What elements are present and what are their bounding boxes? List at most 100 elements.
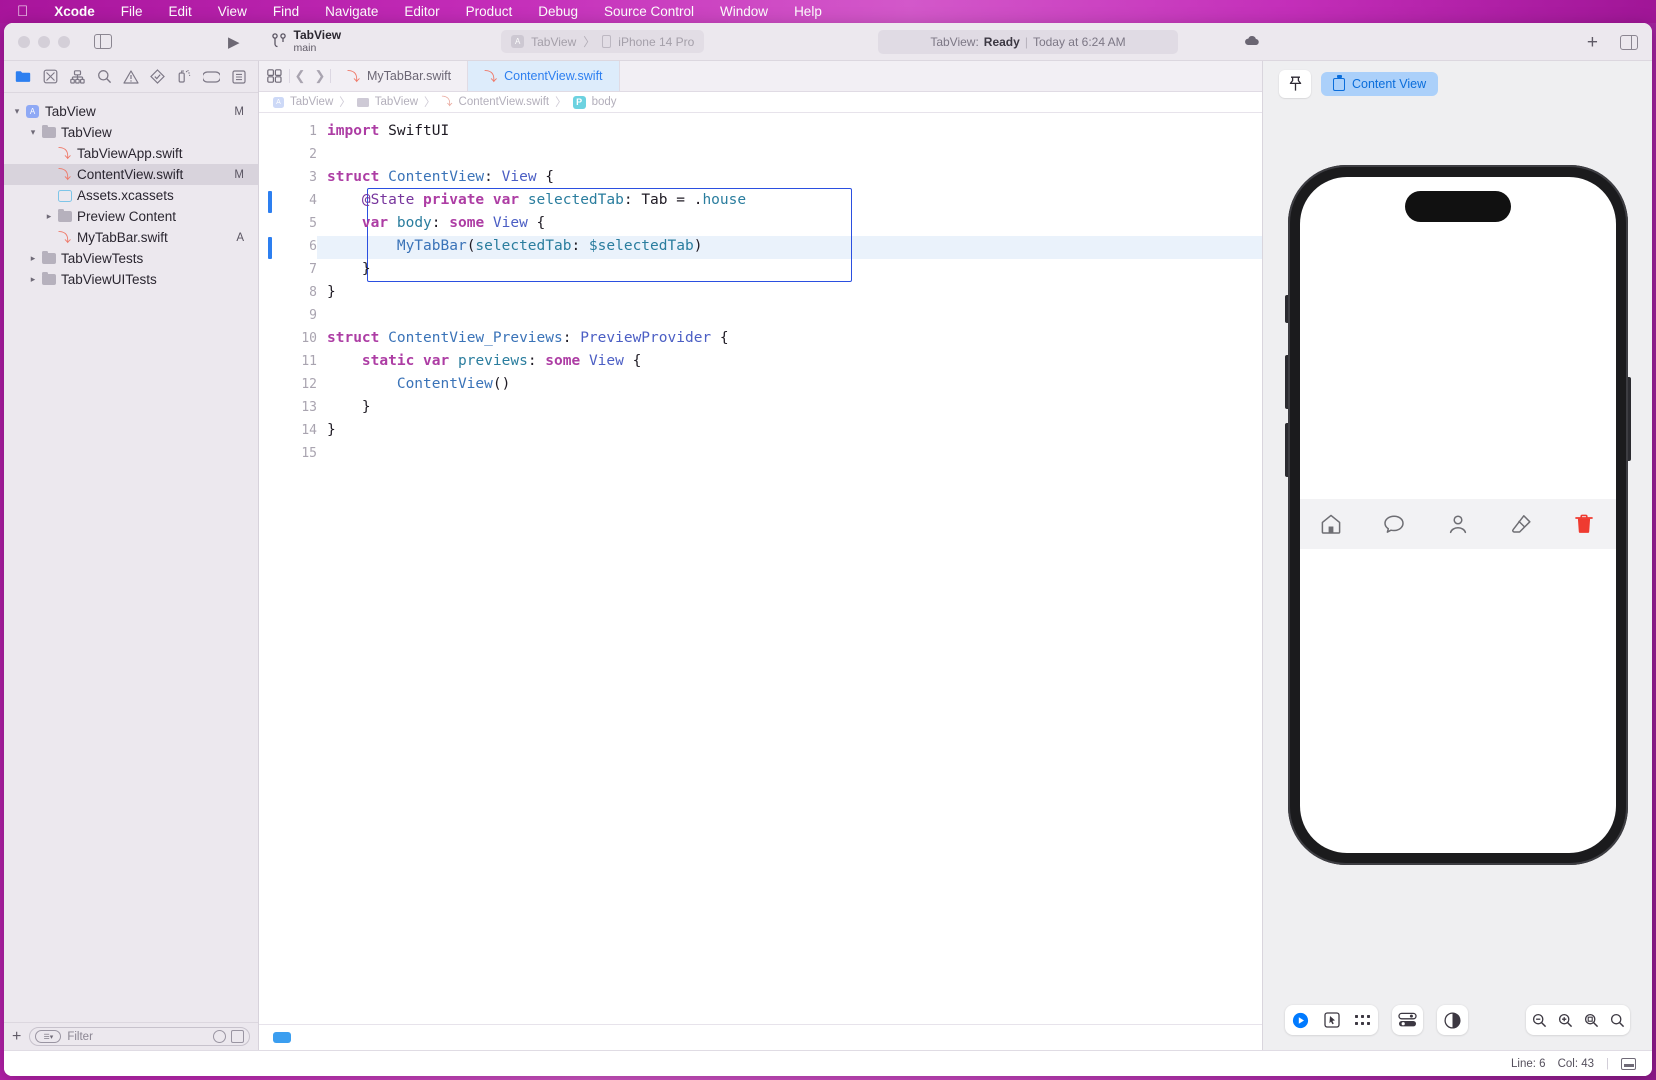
file-tree-row[interactable]: ⤵ ContentView.swift M: [4, 164, 258, 185]
disclosure-triangle-icon[interactable]: ▸: [26, 274, 40, 285]
code-line[interactable]: }: [327, 399, 371, 415]
toggle-navigator-icon[interactable]: [94, 34, 112, 49]
tab-message[interactable]: [1363, 512, 1426, 536]
menu-item-file[interactable]: File: [108, 4, 156, 19]
menu-item-debug[interactable]: Debug: [525, 4, 591, 19]
go-back-icon[interactable]: ❮: [290, 61, 310, 91]
preview-selector-chip[interactable]: Content View: [1321, 72, 1439, 96]
add-item-button[interactable]: +: [12, 1028, 21, 1046]
apple-icon[interactable]: : [0, 4, 41, 19]
activity-status-view[interactable]: TabView: Ready | Today at 6:24 AM: [878, 30, 1178, 54]
menu-item-window[interactable]: Window: [707, 4, 781, 19]
disclosure-triangle-icon[interactable]: ▸: [42, 211, 56, 222]
code-line[interactable]: }: [327, 422, 336, 438]
disclosure-triangle-icon[interactable]: ▾: [26, 127, 40, 138]
device-settings-icon[interactable]: [1392, 1005, 1423, 1035]
code-editor[interactable]: 1 import SwiftUI 2 3 struct ContentView: Vie…: [259, 113, 1262, 1024]
source-control-navigator-tab[interactable]: [37, 65, 64, 89]
tab-person[interactable]: [1426, 512, 1489, 536]
magnifier-minus-icon[interactable]: [1526, 1005, 1552, 1035]
menu-item-product[interactable]: Product: [453, 4, 526, 19]
report-navigator-tab[interactable]: [225, 65, 252, 89]
branch-icon: [271, 33, 286, 48]
breadcrumb-item-symbol[interactable]: body: [592, 96, 617, 108]
file-tree-row[interactable]: ▸ TabViewTests: [4, 248, 258, 269]
disclosure-triangle-icon[interactable]: ▸: [26, 253, 40, 264]
magnifier-plus-icon[interactable]: [1552, 1005, 1578, 1035]
find-navigator-tab[interactable]: [91, 65, 118, 89]
editor-tab-contentview[interactable]: ⤵ ContentView.swift: [468, 61, 620, 91]
maximize-button[interactable]: [58, 35, 70, 48]
run-destination-selector[interactable]: A TabView 〉 iPhone 14 Pro: [501, 30, 705, 53]
code-line[interactable]: ContentView(): [327, 376, 511, 392]
code-line[interactable]: MyTabBar(selectedTab: $selectedTab): [327, 238, 703, 254]
breadcrumb-item-project[interactable]: TabView: [290, 96, 333, 108]
grid-dots-icon[interactable]: [1347, 1005, 1378, 1035]
symbol-navigator-tab[interactable]: [64, 65, 91, 89]
add-plus-icon[interactable]: +: [1587, 33, 1598, 52]
close-button[interactable]: [18, 35, 30, 48]
toggle-debug-area-icon[interactable]: [1621, 1057, 1636, 1070]
filter-field[interactable]: ☰▾ Filter: [29, 1027, 250, 1046]
file-tree-row[interactable]: ⤵ MyTabBar.swift A: [4, 227, 258, 248]
file-tree-row[interactable]: ▾ TabView: [4, 122, 258, 143]
device-icon: [602, 35, 612, 48]
tab-trash[interactable]: [1552, 512, 1615, 536]
code-line[interactable]: struct ContentView_Previews: PreviewProv…: [327, 330, 729, 346]
minimize-button[interactable]: [38, 35, 50, 48]
editor-tab-mytabbar[interactable]: ⤵ MyTabBar.swift: [331, 61, 469, 91]
menu-item-view[interactable]: View: [205, 4, 260, 19]
menu-item-navigate[interactable]: Navigate: [312, 4, 391, 19]
test-navigator-tab[interactable]: [144, 65, 171, 89]
code-line[interactable]: static var previews: some View {: [327, 353, 641, 369]
half-circle-icon[interactable]: [1437, 1005, 1468, 1035]
filter-options-icon[interactable]: ☰▾: [35, 1030, 62, 1043]
pin-icon[interactable]: [1279, 70, 1311, 98]
navigator-pane: ▾ A TabView M ▾ TabView ⤵ TabViewApp.swift ⤵ Cont…: [4, 61, 259, 1050]
magnifier-fit-icon[interactable]: [1578, 1005, 1604, 1035]
file-tree-row[interactable]: ⤵ TabViewApp.swift: [4, 143, 258, 164]
play-circle-icon[interactable]: [1285, 1005, 1316, 1035]
breakpoint-navigator-tab[interactable]: [198, 65, 225, 89]
go-forward-icon[interactable]: ❯: [310, 61, 330, 91]
file-tree-row[interactable]: Assets.xcassets: [4, 185, 258, 206]
code-line[interactable]: struct ContentView: View {: [327, 169, 554, 185]
run-play-icon[interactable]: ▶: [228, 33, 240, 51]
line-number: 8: [309, 285, 317, 300]
tab-eraser[interactable]: [1489, 512, 1552, 536]
menu-item-help[interactable]: Help: [781, 4, 835, 19]
code-line[interactable]: @State private var selectedTab: Tab = .h…: [327, 192, 746, 208]
debug-navigator-tab[interactable]: [171, 65, 198, 89]
code-line[interactable]: }: [327, 284, 336, 300]
issue-navigator-tab[interactable]: [118, 65, 145, 89]
editor-status-chip[interactable]: [273, 1032, 291, 1043]
cursor-box-icon[interactable]: [1316, 1005, 1347, 1035]
cloud-status-icon[interactable]: [1244, 34, 1260, 47]
device-mute-switch: [1284, 295, 1288, 323]
project-navigator-tab[interactable]: [10, 65, 37, 89]
menu-item-edit[interactable]: Edit: [156, 4, 205, 19]
line-number: 5: [309, 216, 317, 231]
code-line[interactable]: }: [327, 261, 371, 277]
tab-house[interactable]: [1300, 512, 1363, 536]
recent-files-icon[interactable]: [213, 1030, 226, 1043]
breadcrumb-item-group[interactable]: TabView: [375, 96, 418, 108]
disclosure-triangle-icon[interactable]: ▾: [10, 106, 24, 117]
menu-item-find[interactable]: Find: [260, 4, 312, 19]
code-line[interactable]: import SwiftUI: [327, 123, 449, 139]
menu-item-xcode[interactable]: Xcode: [41, 4, 108, 19]
code-line[interactable]: var body: some View {: [327, 215, 545, 231]
device-screen[interactable]: [1299, 177, 1616, 853]
file-tree-row[interactable]: ▸ Preview Content: [4, 206, 258, 227]
source-control-filter-icon[interactable]: [231, 1030, 244, 1043]
scheme-selector[interactable]: TabView main: [271, 29, 341, 54]
file-tree-row[interactable]: ▸ TabViewUITests: [4, 269, 258, 290]
file-tree-row[interactable]: ▾ A TabView M: [4, 101, 258, 122]
swift-file-icon: ⤵: [57, 146, 71, 161]
editor-options-icon[interactable]: [259, 61, 289, 91]
menu-item-source-control[interactable]: Source Control: [591, 4, 707, 19]
toggle-inspector-icon[interactable]: [1620, 34, 1638, 50]
magnifier-actual-icon[interactable]: [1604, 1005, 1630, 1035]
menu-item-editor[interactable]: Editor: [391, 4, 452, 19]
breadcrumb-item-file[interactable]: ContentView.swift: [459, 96, 550, 108]
